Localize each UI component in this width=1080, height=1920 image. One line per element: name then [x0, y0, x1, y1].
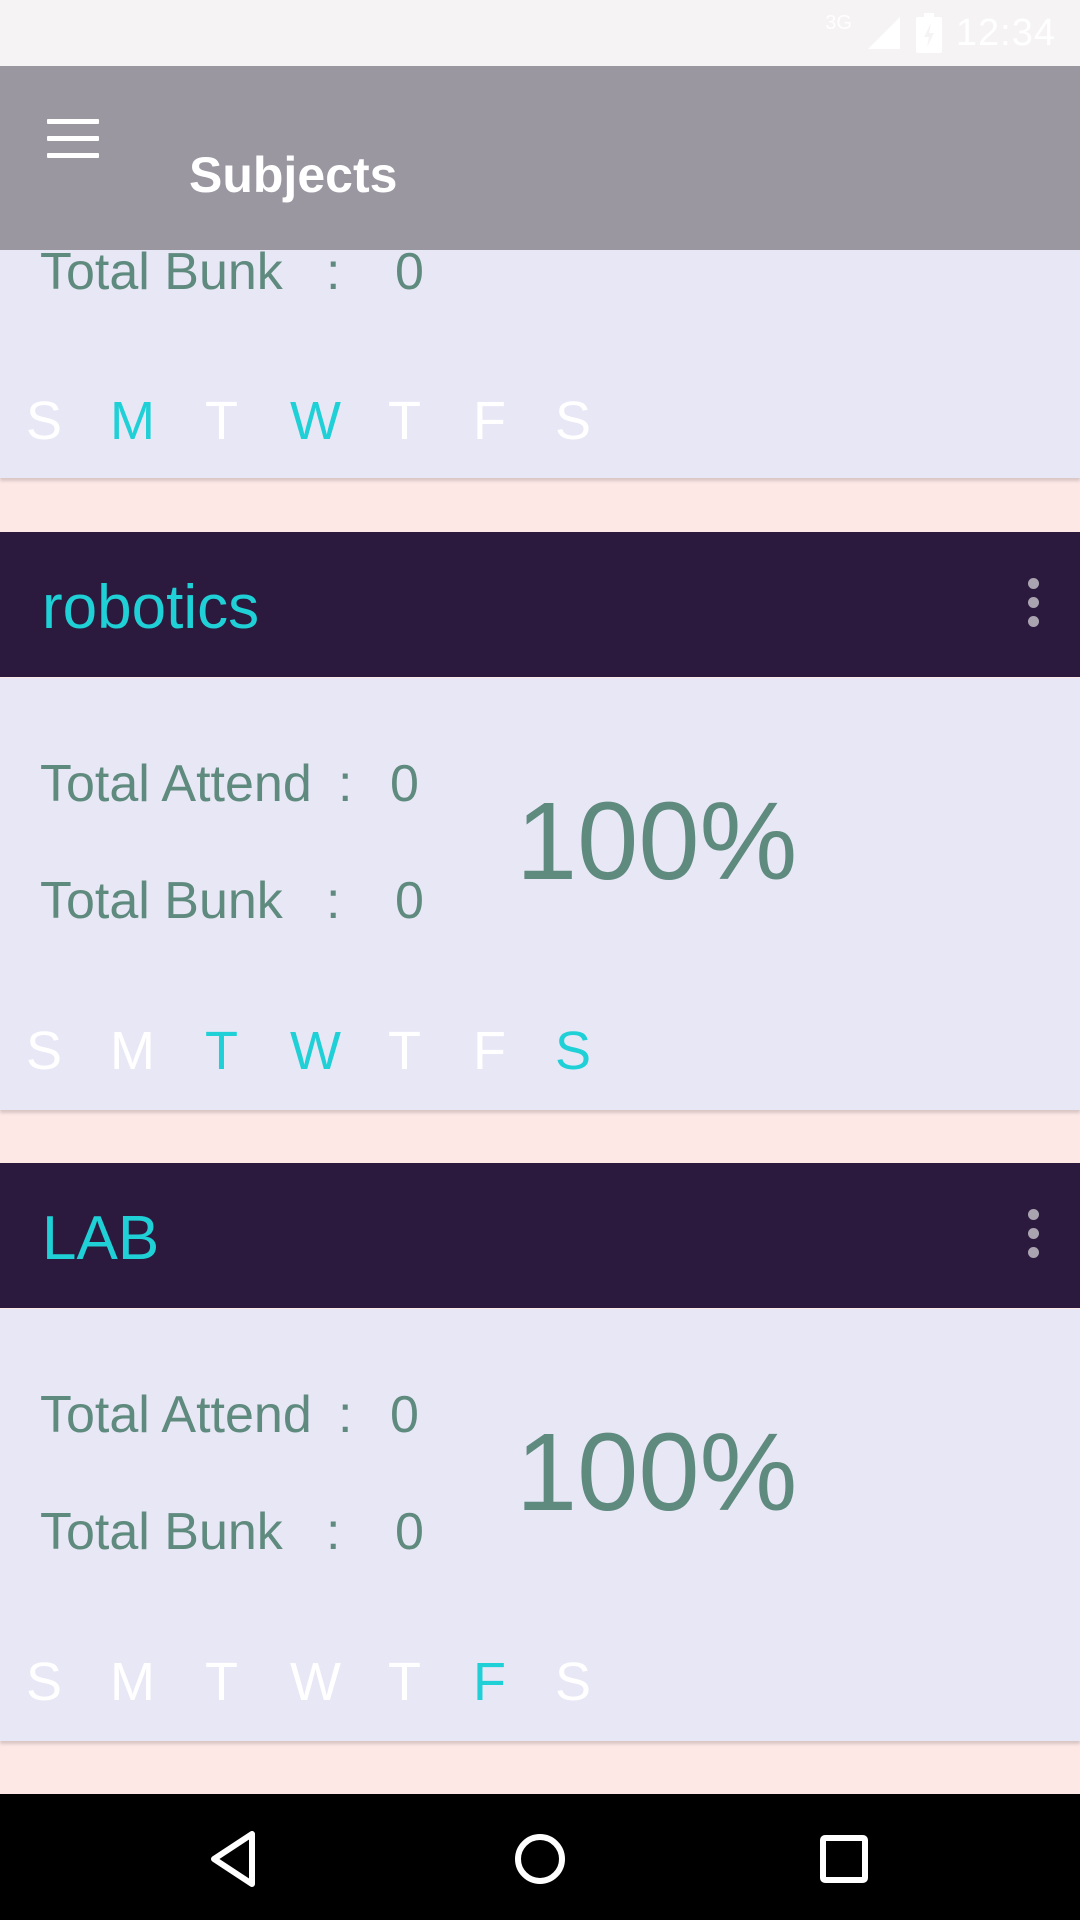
day-toggle[interactable]: M — [110, 390, 155, 452]
app-toolbar: Subjects — [0, 66, 1080, 250]
clock: 12:34 — [955, 11, 1056, 54]
battery-icon — [915, 13, 942, 53]
total-attend-label: Total Attend — [40, 755, 312, 813]
day-toggle[interactable]: F — [473, 390, 506, 452]
colon: : — [326, 1503, 341, 1561]
colon: : — [326, 872, 341, 930]
day-toggle[interactable]: T — [205, 1020, 238, 1082]
total-bunk-value: 0 — [395, 872, 424, 930]
day-toggle[interactable]: W — [290, 390, 341, 452]
total-bunk-label: Total Bunk — [40, 243, 283, 301]
day-toggle[interactable]: M — [110, 1020, 155, 1082]
day-toggle[interactable]: S — [555, 390, 591, 452]
home-icon[interactable] — [505, 1824, 575, 1894]
back-icon[interactable] — [200, 1824, 270, 1894]
weekday-selector: SMTWTFS — [0, 1651, 700, 1713]
system-nav-bar — [0, 1794, 1080, 1920]
day-toggle[interactable]: S — [555, 1651, 591, 1713]
subject-card[interactable]: robotics Total Attend : 0 Total Bunk : 0… — [0, 532, 1080, 1110]
weekday-selector: SMTWTFS — [0, 1020, 700, 1082]
day-toggle[interactable]: W — [290, 1020, 341, 1082]
total-attend-value: 0 — [390, 755, 419, 813]
subject-name: robotics — [42, 573, 260, 642]
day-toggle[interactable]: M — [110, 1651, 155, 1713]
day-toggle[interactable]: S — [26, 1651, 62, 1713]
colon: : — [326, 243, 341, 301]
colon: : — [338, 755, 353, 813]
network-type: 3G — [825, 11, 852, 34]
status-bar: 3G 12:34 — [0, 0, 1080, 66]
total-attend-label: Total Attend — [40, 1386, 312, 1444]
day-toggle[interactable]: S — [555, 1020, 591, 1082]
card-body: Total Attend : 0 Total Bunk : 0 100% SMT… — [0, 678, 1080, 1110]
day-toggle[interactable]: S — [26, 390, 62, 452]
more-options-icon[interactable] — [1026, 1209, 1040, 1259]
attendance-percent: 100% — [516, 780, 798, 903]
page-title: Subjects — [189, 147, 398, 203]
signal-icon — [867, 17, 900, 49]
day-toggle[interactable]: W — [290, 1651, 341, 1713]
day-toggle[interactable]: T — [388, 1020, 421, 1082]
day-toggle[interactable]: T — [388, 1651, 421, 1713]
total-bunk-value: 0 — [395, 243, 424, 301]
card-header: robotics — [0, 532, 1080, 677]
day-toggle[interactable]: F — [473, 1651, 506, 1713]
day-toggle[interactable]: F — [473, 1020, 506, 1082]
recents-icon[interactable] — [809, 1824, 879, 1894]
colon: : — [338, 1386, 353, 1444]
day-toggle[interactable]: T — [388, 390, 421, 452]
subject-name: LAB — [42, 1204, 160, 1273]
card-header: LAB — [0, 1163, 1080, 1308]
card-body: Total Attend : 0 Total Bunk : 0 100% SMT… — [0, 1309, 1080, 1741]
more-options-icon[interactable] — [1026, 578, 1040, 628]
weekday-selector: SMTWTFS — [0, 390, 700, 452]
status-icons: 3G 12:34 — [825, 0, 1056, 66]
total-bunk-label: Total Bunk — [40, 872, 283, 930]
total-attend-value: 0 — [390, 1386, 419, 1444]
total-bunk-label: Total Bunk — [40, 1503, 283, 1561]
day-toggle[interactable]: T — [205, 1651, 238, 1713]
day-toggle[interactable]: S — [26, 1020, 62, 1082]
screen: Total Bunk : 0 SMTWTFS robotics Total At… — [0, 0, 1080, 1920]
day-toggle[interactable]: T — [205, 390, 238, 452]
attendance-percent: 100% — [516, 1411, 798, 1534]
total-bunk-value: 0 — [395, 1503, 424, 1561]
subject-card[interactable]: LAB Total Attend : 0 Total Bunk : 0 100%… — [0, 1163, 1080, 1741]
menu-icon[interactable] — [47, 119, 99, 159]
